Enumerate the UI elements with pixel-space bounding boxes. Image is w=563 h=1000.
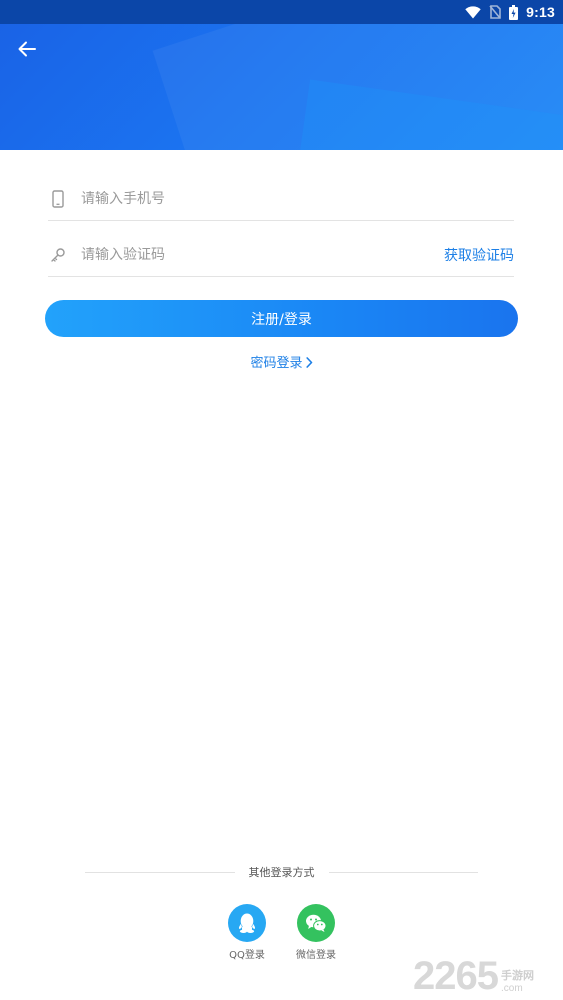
key-icon — [48, 247, 68, 263]
arrow-left-icon — [18, 41, 36, 61]
status-time: 9:13 — [526, 4, 555, 20]
phone-field-row — [48, 178, 514, 221]
qq-login-label: QQ登录 — [229, 950, 265, 961]
wechat-login-button[interactable]: 微信登录 — [286, 904, 346, 961]
other-login-title: 其他登录方式 — [248, 866, 315, 879]
get-code-button[interactable]: 获取验证码 — [444, 245, 514, 265]
qq-login-button[interactable]: QQ登录 — [217, 904, 277, 961]
battery-charging-icon — [509, 4, 519, 20]
chevron-right-icon — [303, 356, 313, 371]
login-form: 获取验证码 — [48, 178, 514, 277]
other-login-divider: 其他登录方式 — [85, 864, 478, 880]
password-login-row: 密码登录 — [0, 352, 563, 371]
header-banner — [0, 24, 563, 150]
phone-input[interactable] — [81, 191, 514, 207]
password-login-label: 密码登录 — [250, 356, 303, 371]
watermark-cn: 手游网 — [500, 969, 534, 982]
qq-icon — [228, 904, 266, 942]
watermark-suffix: .com — [500, 983, 523, 994]
wechat-icon — [297, 904, 335, 942]
verification-code-input[interactable] — [81, 247, 444, 263]
wifi-icon — [465, 5, 481, 19]
wechat-login-label: 微信登录 — [296, 950, 336, 961]
password-login-link[interactable]: 密码登录 — [250, 356, 312, 371]
code-field-row: 获取验证码 — [48, 234, 514, 277]
divider-line — [328, 871, 478, 873]
no-sim-icon — [489, 5, 501, 19]
site-watermark-logo: 2265 手游网 .com — [413, 944, 563, 996]
status-bar: 9:13 — [0, 0, 563, 24]
phone-icon — [48, 190, 68, 208]
divider-line — [85, 871, 235, 873]
watermark-number: 2265 — [413, 954, 499, 998]
back-button[interactable] — [12, 38, 42, 64]
register-login-button[interactable]: 注册/登录 — [45, 300, 518, 337]
